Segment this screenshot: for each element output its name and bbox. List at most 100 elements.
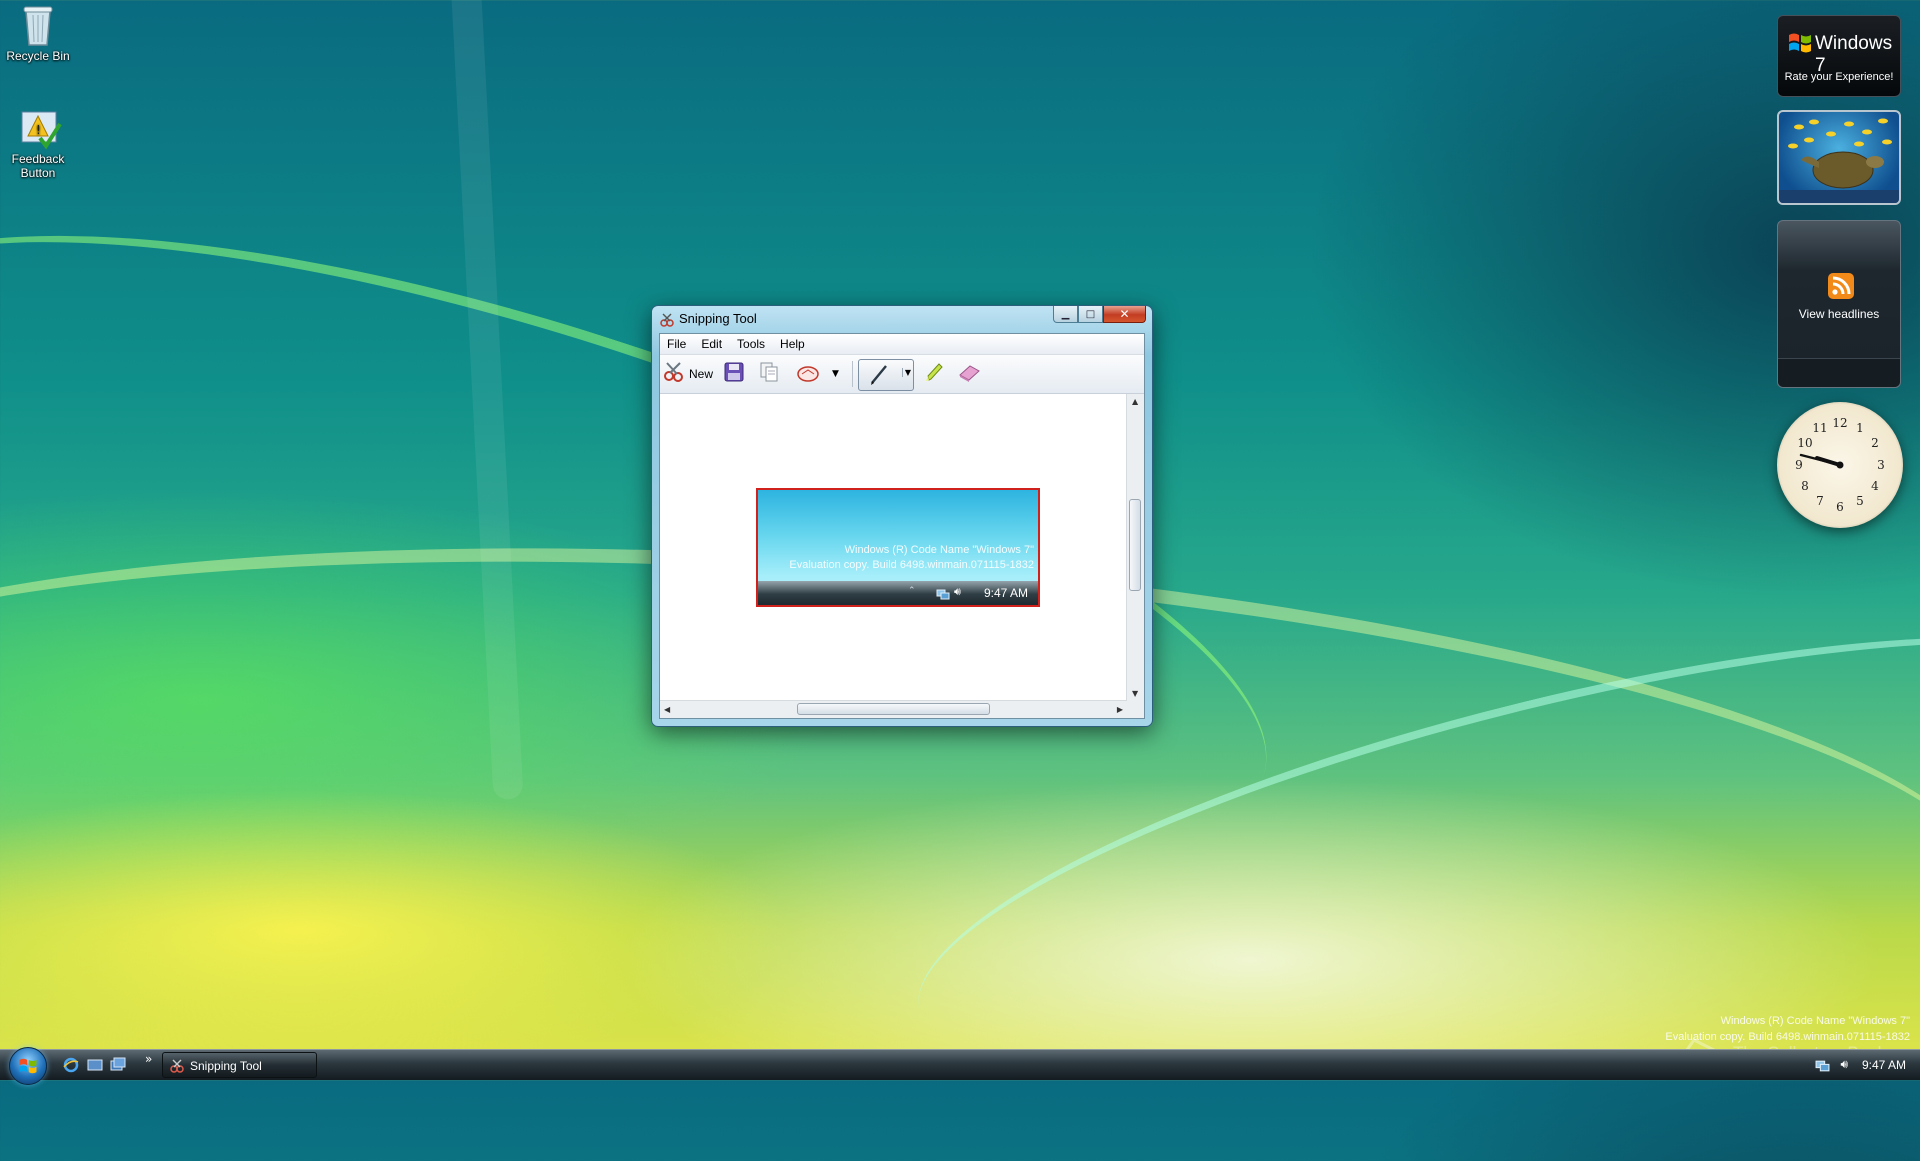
send-snip-icon bbox=[796, 361, 822, 387]
volume-icon: 🔊︎ bbox=[954, 585, 961, 598]
eraser-icon bbox=[956, 361, 982, 387]
menu-file[interactable]: File bbox=[660, 337, 694, 351]
clock-numeral: 12 bbox=[1832, 416, 1847, 430]
snip-taskbar: ⌃ 🔊︎ 9:47 AM bbox=[758, 581, 1038, 605]
scroll-left-icon[interactable]: ◀ bbox=[664, 705, 670, 714]
network-icon bbox=[936, 586, 950, 605]
clock-gadget[interactable]: 12 1 2 3 4 5 6 7 8 9 10 11 bbox=[1777, 402, 1903, 528]
copy-icon bbox=[758, 361, 780, 387]
scroll-down-icon[interactable]: ▼ bbox=[1132, 689, 1138, 698]
slideshow-gadget[interactable] bbox=[1777, 110, 1901, 205]
toolbar-separator bbox=[852, 361, 853, 387]
taskbar: » Snipping Tool 🔊︎ 9:47 AM bbox=[0, 1047, 1920, 1085]
save-icon bbox=[723, 361, 745, 387]
dropdown-arrow-icon: ▼ bbox=[832, 369, 839, 379]
scissors-icon bbox=[663, 361, 685, 387]
maximize-button[interactable]: □ bbox=[1078, 306, 1103, 323]
window-title: Snipping Tool bbox=[679, 311, 757, 326]
clock-numeral: 10 bbox=[1797, 436, 1812, 450]
pen-icon bbox=[867, 363, 891, 391]
desktop-icon-label: Feedback Button bbox=[11, 152, 65, 180]
new-button-label: New bbox=[689, 367, 714, 381]
clock-face: 12 1 2 3 4 5 6 7 8 9 10 11 bbox=[1795, 416, 1885, 514]
switch-windows-icon[interactable] bbox=[110, 1057, 126, 1073]
quick-launch-chevron-icon[interactable]: » bbox=[145, 1052, 152, 1066]
title-bar[interactable]: Snipping Tool ▁ □ ✕ bbox=[652, 306, 1152, 332]
minimize-button[interactable]: ▁ bbox=[1053, 306, 1078, 323]
snip-clock: 9:47 AM bbox=[983, 586, 1028, 600]
clock-numeral: 8 bbox=[1801, 479, 1809, 493]
view-headlines-link[interactable]: View headlines bbox=[1778, 307, 1900, 321]
copy-button[interactable] bbox=[758, 362, 780, 386]
snip-watermark-line2: Evaluation copy. Build 6498.winmain.0711… bbox=[789, 559, 1034, 571]
clock-numeral: 1 bbox=[1856, 421, 1864, 435]
desktop-icon-recycle-bin[interactable]: Recycle Bin bbox=[0, 3, 76, 63]
caption-buttons: ▁ □ ✕ bbox=[1053, 306, 1146, 324]
pen-dropdown-icon[interactable]: ▼ bbox=[901, 368, 911, 377]
recycle-bin-icon bbox=[18, 3, 58, 46]
snip-watermark-line1: Windows (R) Code Name "Windows 7" bbox=[844, 544, 1034, 556]
snipping-tool-window[interactable]: Snipping Tool ▁ □ ✕ File Edit Tools Help… bbox=[651, 305, 1153, 727]
clock-numeral: 11 bbox=[1812, 421, 1827, 435]
start-button[interactable] bbox=[9, 1047, 47, 1085]
clock-numeral: 4 bbox=[1871, 479, 1879, 493]
captured-snip-image: Windows (R) Code Name "Windows 7" Evalua… bbox=[756, 488, 1040, 607]
clock-numeral: 6 bbox=[1836, 500, 1844, 514]
snipping-tool-app-icon bbox=[660, 312, 674, 327]
send-snip-button[interactable] bbox=[796, 362, 822, 386]
clock-numeral: 2 bbox=[1871, 436, 1879, 450]
tray-clock[interactable]: 9:47 AM bbox=[1862, 1058, 1906, 1072]
vertical-scrollbar[interactable]: ▲ ▼ bbox=[1126, 394, 1144, 701]
scrollbar-corner bbox=[1127, 701, 1144, 718]
minimize-icon: ▁ bbox=[1061, 308, 1070, 320]
vertical-scroll-thumb[interactable] bbox=[1129, 499, 1141, 591]
wallpaper-streak bbox=[446, 0, 524, 801]
send-snip-dropdown[interactable]: ▼ bbox=[832, 362, 839, 386]
save-button[interactable] bbox=[723, 362, 745, 386]
svg-text:!: ! bbox=[36, 123, 41, 137]
sea-turtle-photo bbox=[1779, 118, 1899, 203]
taskbar-snipping-tool-icon bbox=[170, 1058, 184, 1077]
menu-tools[interactable]: Tools bbox=[730, 337, 773, 351]
show-desktop-icon[interactable] bbox=[87, 1057, 103, 1073]
tray-volume-icon[interactable]: 🔊︎ bbox=[1840, 1057, 1848, 1072]
clock-numeral: 3 bbox=[1877, 458, 1885, 472]
tray-network-icon[interactable] bbox=[1815, 1058, 1830, 1077]
taskbar-button-snipping-tool[interactable]: Snipping Tool bbox=[162, 1052, 317, 1078]
clock-numeral: 5 bbox=[1856, 494, 1864, 508]
clock-minute-hand bbox=[1799, 453, 1842, 467]
horizontal-scrollbar[interactable]: ◀ ▶ bbox=[660, 700, 1127, 718]
desktop-watermark-line1: Windows (R) Code Name "Windows 7" bbox=[1720, 1015, 1910, 1027]
new-snip-button[interactable]: New bbox=[663, 362, 713, 386]
rate-experience-gadget[interactable]: Windows 7 Rate your Experience! bbox=[1777, 15, 1901, 97]
highlighter-button[interactable] bbox=[924, 362, 946, 386]
toolbar: New ▼ ▼ bbox=[660, 355, 1144, 394]
rate-gadget-subtitle[interactable]: Rate your Experience! bbox=[1778, 71, 1900, 83]
eraser-button[interactable] bbox=[956, 362, 982, 386]
internet-explorer-icon[interactable] bbox=[63, 1057, 79, 1073]
snip-canvas[interactable]: Windows (R) Code Name "Windows 7" Evalua… bbox=[660, 394, 1144, 718]
clock-numeral: 9 bbox=[1795, 458, 1803, 472]
scroll-right-icon[interactable]: ▶ bbox=[1117, 705, 1123, 714]
windows-flag-icon bbox=[1787, 30, 1813, 60]
clock-numeral: 7 bbox=[1816, 494, 1824, 508]
feed-headlines-gadget[interactable]: View headlines bbox=[1777, 220, 1901, 388]
window-client-area: File Edit Tools Help New ▼ ▼ Windows (R)… bbox=[659, 333, 1145, 719]
desktop-icon-feedback[interactable]: ! Feedback Button bbox=[0, 108, 76, 180]
pen-tool-button[interactable]: ▼ bbox=[858, 359, 914, 391]
horizontal-scroll-thumb[interactable] bbox=[797, 703, 990, 715]
maximize-icon: □ bbox=[1085, 308, 1096, 320]
desktop-icon-label: Recycle Bin bbox=[6, 49, 70, 63]
start-windows-icon bbox=[18, 1056, 38, 1080]
menu-bar: File Edit Tools Help bbox=[660, 334, 1144, 355]
menu-edit[interactable]: Edit bbox=[694, 337, 730, 351]
highlighter-icon bbox=[924, 361, 946, 387]
close-button[interactable]: ✕ bbox=[1103, 306, 1146, 323]
rss-feed-icon bbox=[1828, 273, 1854, 303]
menu-help[interactable]: Help bbox=[773, 337, 813, 351]
scroll-up-icon[interactable]: ▲ bbox=[1132, 397, 1138, 406]
feedback-icon: ! bbox=[18, 108, 62, 150]
feed-gadget-footer bbox=[1778, 358, 1900, 387]
taskbar-button-label: Snipping Tool bbox=[190, 1059, 262, 1073]
tray-chevron-icon: ⌃ bbox=[908, 586, 916, 596]
